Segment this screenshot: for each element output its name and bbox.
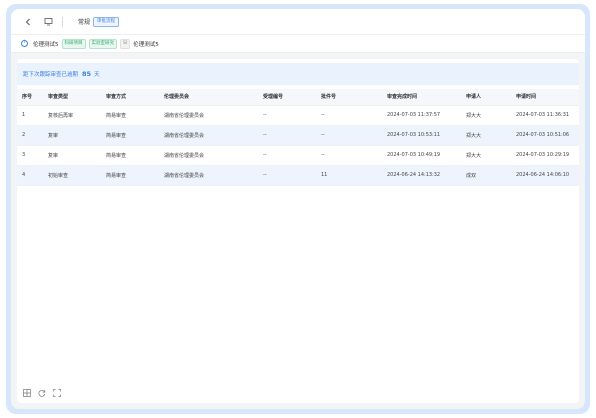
table-cell: 1: [17, 105, 43, 126]
table-cell: 复核后再审: [43, 105, 101, 126]
table-cell: 2024-07-03 10:53:11: [382, 125, 461, 146]
table-cell: 3: [17, 145, 43, 166]
table-cell: 2024-07-03 11:36:31: [511, 105, 579, 126]
divider: [62, 16, 63, 27]
table-cell: 郑大大: [461, 145, 511, 166]
refresh-icon[interactable]: [38, 389, 46, 397]
table-cell: 湖南省伦理委员会: [159, 145, 258, 166]
table-cell: 郑大大: [461, 125, 511, 146]
table-cell: 2024-07-03 10:51:06: [511, 125, 579, 146]
column-header: 伦理委员会: [159, 89, 258, 106]
table-cell: 郑大大: [461, 105, 511, 126]
table-cell: 2024-07-03 10:29:19: [511, 145, 579, 166]
table-cell: 简易审查: [101, 145, 159, 166]
table-cell: --: [258, 105, 316, 126]
column-header: 申请人: [461, 89, 511, 106]
table-row[interactable]: 3 复审 简易审查 湖南省伦理委员会 -- -- 2024-07-03 10:4…: [17, 145, 579, 166]
table-cell: --: [258, 165, 316, 186]
overdue-notice: 距下次跟踪审查已逾期 85 天: [17, 63, 579, 85]
table-row[interactable]: 1 复核后再审 简易审查 湖南省伦理委员会 -- -- 2024-07-03 1…: [17, 105, 579, 126]
fullscreen-icon[interactable]: [53, 389, 61, 397]
project-name: 伦理测试5: [33, 41, 59, 48]
table-cell: 2024-07-03 10:49:19: [382, 145, 461, 166]
table-cell: 湖南省伦理委员会: [159, 165, 258, 186]
project-tag: 实验室研究: [88, 38, 117, 49]
table-cell: --: [316, 105, 382, 126]
table-cell: 简易审查: [101, 165, 159, 186]
page-title: 常规: [78, 19, 91, 26]
grid-icon[interactable]: [23, 389, 31, 397]
table-cell: 简易审查: [101, 125, 159, 146]
table-cell: --: [258, 145, 316, 166]
table-header-row: 序号 审查类型 审查方式 伦理委员会 受理编号 批件号 审查完成时间 申请人 申…: [17, 89, 579, 106]
info-icon: i: [21, 40, 28, 47]
table-cell: 复审: [43, 125, 101, 146]
app-window: 常规 审批流程 i 伦理测试5 科研项目 实验室研究 SI 伦理测试5 距下次跟…: [11, 9, 585, 409]
table-cell: 2024-07-03 11:37:57: [382, 105, 461, 126]
table-cell: 初始审查: [43, 165, 101, 186]
table-cell: 2024-06-24 14:13:32: [382, 165, 461, 186]
table-cell: --: [258, 125, 316, 146]
table-cell: 简易审查: [101, 105, 159, 126]
column-header: 申请时间: [511, 89, 579, 106]
table-cell: 复审: [43, 145, 101, 166]
monitor-icon[interactable]: [41, 15, 55, 29]
chevron-left-icon[interactable]: [21, 15, 35, 29]
top-bar: 常规 审批流程: [11, 9, 585, 35]
overdue-unit: 天: [94, 72, 100, 78]
review-table: 序号 审查类型 审查方式 伦理委员会 受理编号 批件号 审查完成时间 申请人 申…: [17, 89, 579, 186]
app-frame: 常规 审批流程 i 伦理测试5 科研项目 实验室研究 SI 伦理测试5 距下次跟…: [6, 4, 590, 414]
project-info-bar: i 伦理测试5 科研项目 实验室研究 SI 伦理测试5: [11, 35, 585, 53]
table-cell: 11: [316, 165, 382, 186]
project-tag: 科研项目: [61, 38, 86, 49]
table-toolbar: [23, 389, 61, 397]
table-cell: 湖南省伦理委员会: [159, 125, 258, 146]
table-row[interactable]: 4 初始审查 简易审查 湖南省伦理委员会 -- 11 2024-06-24 14…: [17, 165, 579, 186]
table-cell: 2: [17, 125, 43, 146]
overdue-days: 85: [82, 70, 92, 78]
table-cell: 成双: [461, 165, 511, 186]
table-row[interactable]: 2 复审 简易审查 湖南省伦理委员会 -- -- 2024-07-03 10:5…: [17, 125, 579, 146]
table-cell: --: [316, 145, 382, 166]
status-badge: 审批流程: [93, 16, 120, 27]
project-tag-gray: SI: [120, 38, 131, 49]
table-cell: 4: [17, 165, 43, 186]
column-header: 受理编号: [258, 89, 316, 106]
overdue-label: 距下次跟踪审查已逾期: [23, 72, 79, 78]
table-cell: --: [316, 125, 382, 146]
main-content: 距下次跟踪审查已逾期 85 天 序号 审查类型 审查方式 伦理委员会 受理编号 …: [17, 59, 579, 403]
project-name-secondary: 伦理测试5: [133, 41, 159, 48]
table-cell: 湖南省伦理委员会: [159, 105, 258, 126]
column-header: 审查方式: [101, 89, 159, 106]
column-header: 审查类型: [43, 89, 101, 106]
column-header: 批件号: [316, 89, 382, 106]
column-header: 序号: [17, 89, 43, 106]
table-cell: 2024-06-24 14:06:10: [511, 165, 579, 186]
column-header: 审查完成时间: [382, 89, 461, 106]
